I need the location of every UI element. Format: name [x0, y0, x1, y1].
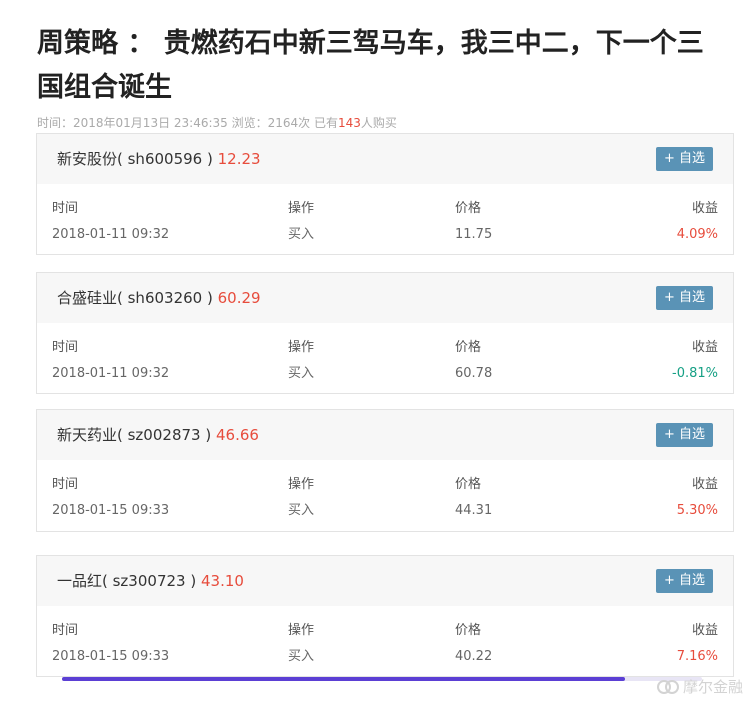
stock-name[interactable]: 合盛硅业( sh603260 )	[57, 289, 213, 307]
stock-price: 12.23	[217, 150, 261, 168]
header-action: 操作	[288, 477, 315, 492]
stock-card: 新天药业( sz002873 ) 46.66 + 自选 时间 操作 价格 收益 …	[36, 409, 734, 532]
stock-name[interactable]: 新天药业( sz002873 )	[57, 426, 211, 444]
trade-price: 11.75	[455, 227, 493, 242]
trade-return: 5.30%	[676, 503, 718, 518]
stock-card-header: 合盛硅业( sh603260 ) 60.29 + 自选	[37, 273, 733, 323]
header-time: 时间	[52, 340, 79, 355]
stock-name[interactable]: 一品红( sz300723 )	[57, 572, 196, 590]
stock-card: 一品红( sz300723 ) 43.10 + 自选 时间 操作 价格 收益 2…	[36, 555, 734, 677]
purchase-count: 143	[337, 116, 361, 128]
stock-price: 43.10	[200, 572, 244, 590]
trade-time: 2018-01-11 09:32	[52, 227, 170, 242]
add-watchlist-button[interactable]: + 自选	[656, 569, 713, 593]
header-time: 时间	[52, 623, 79, 638]
header-price: 价格	[455, 477, 482, 492]
header-return: 收益	[691, 201, 718, 216]
trade-price: 60.78	[455, 366, 493, 381]
stock-price: 46.66	[215, 426, 259, 444]
header-return: 收益	[691, 623, 718, 638]
trade-return: 4.09%	[676, 227, 718, 242]
add-watchlist-button[interactable]: + 自选	[656, 423, 713, 447]
watermark: 摩尔金融	[656, 676, 743, 697]
header-time: 时间	[52, 477, 79, 492]
header-time: 时间	[52, 201, 79, 216]
header-price: 价格	[455, 201, 482, 216]
trade-price: 40.22	[455, 649, 493, 664]
trade-return: -0.81%	[672, 366, 718, 381]
trade-time: 2018-01-11 09:32	[52, 366, 170, 381]
stock-card-header: 新天药业( sz002873 ) 46.66 + 自选	[37, 410, 733, 460]
header-action: 操作	[288, 623, 315, 638]
stock-card-header: 一品红( sz300723 ) 43.10 + 自选	[37, 556, 733, 606]
trade-time: 2018-01-15 09:33	[52, 649, 170, 664]
trade-action: 买入	[288, 649, 315, 664]
stock-name[interactable]: 新安股份( sh600596 )	[57, 150, 213, 168]
article-meta: 时间：2018年01月13日 23:46:35 浏览：2164次 已有143人购…	[37, 116, 397, 128]
watermark-text: 摩尔金融	[682, 678, 743, 696]
header-price: 价格	[455, 340, 482, 355]
trade-action: 买入	[288, 366, 315, 381]
article-title: 周策略 ： 贵燃药石中新三驾马车，我三中二，下一个三国组合诞生	[37, 28, 704, 103]
stock-card: 合盛硅业( sh603260 ) 60.29 + 自选 时间 操作 价格 收益 …	[36, 272, 734, 394]
header-price: 价格	[455, 623, 482, 638]
stock-card-header: 新安股份( sh600596 ) 12.23 + 自选	[37, 134, 733, 184]
trade-price: 44.31	[455, 503, 493, 518]
add-watchlist-button[interactable]: + 自选	[656, 286, 713, 310]
stock-card: 新安股份( sh600596 ) 12.23 + 自选 时间 操作 价格 收益 …	[36, 133, 734, 255]
meta-prefix: 时间：2018年01月13日 23:46:35 浏览：2164次 已有	[37, 116, 338, 128]
reading-progress-fill	[62, 677, 626, 681]
header-return: 收益	[691, 340, 718, 355]
trade-action: 买入	[288, 503, 315, 518]
trade-action: 买入	[288, 227, 315, 242]
trade-time: 2018-01-15 09:33	[52, 503, 170, 518]
stock-price: 60.29	[217, 289, 261, 307]
header-action: 操作	[288, 201, 315, 216]
meta-suffix: 人购买	[360, 116, 397, 128]
add-watchlist-button[interactable]: + 自选	[656, 147, 713, 171]
header-return: 收益	[691, 477, 718, 492]
header-action: 操作	[288, 340, 315, 355]
trade-return: 7.16%	[676, 649, 718, 664]
reading-progress-bar	[62, 677, 702, 681]
brand-logo-icon	[656, 679, 679, 694]
